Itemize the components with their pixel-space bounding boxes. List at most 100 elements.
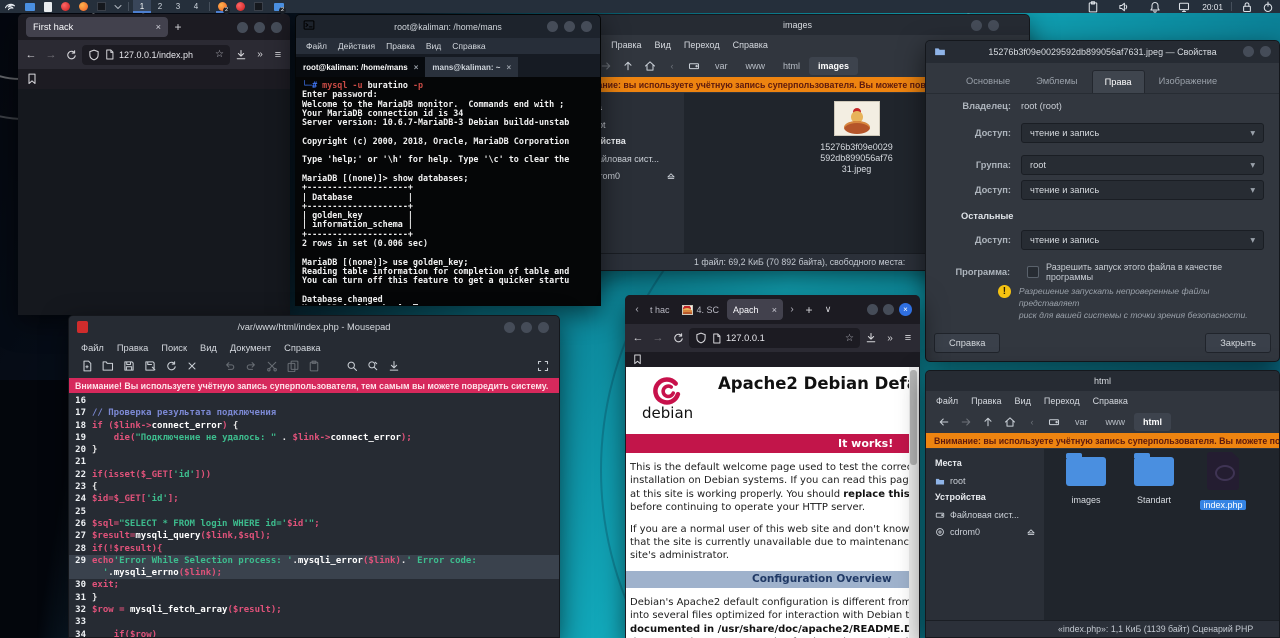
taskbar-files-icon[interactable]: 2 xyxy=(272,1,285,13)
minimize-button[interactable] xyxy=(547,21,558,32)
page-info-icon[interactable] xyxy=(711,333,722,344)
open-file-icon[interactable] xyxy=(102,359,114,377)
terminal-output[interactable]: └─# mysql -u buratino -pEnter password: … xyxy=(296,77,600,305)
workspace-button-0[interactable]: 1 xyxy=(133,0,151,13)
tab-general[interactable]: Основные xyxy=(954,70,1022,93)
close-button[interactable] xyxy=(1260,46,1271,57)
tab-scroll-left-icon[interactable]: ‹ xyxy=(631,304,643,315)
firefox-launcher-icon[interactable] xyxy=(77,1,90,13)
reload-button[interactable] xyxy=(669,332,687,344)
file-view[interactable]: images Standart index.php xyxy=(1044,449,1279,620)
bookmark-star-icon[interactable]: ☆ xyxy=(845,333,854,344)
taskbar-terminal-icon[interactable] xyxy=(252,1,265,13)
title-bar[interactable]: /var/www/html/index.php - Mousepad xyxy=(69,316,559,338)
close-button[interactable] xyxy=(988,20,999,31)
save-as-icon[interactable] xyxy=(144,359,156,377)
breadcrumb-1[interactable]: www xyxy=(737,57,775,75)
close-button[interactable] xyxy=(538,322,549,333)
back-button[interactable]: ← xyxy=(22,49,40,61)
maximize-button[interactable] xyxy=(521,322,532,333)
scrollbar[interactable] xyxy=(909,367,919,638)
eject-icon[interactable] xyxy=(1026,527,1036,537)
title-bar[interactable]: 15276b3f09e0029592db899056af7631.jpeg — … xyxy=(926,41,1279,63)
forward-icon[interactable] xyxy=(956,413,976,431)
menu-item-2[interactable]: Вид xyxy=(655,40,671,50)
menu-item-5[interactable]: Справка xyxy=(284,343,320,353)
goto-line-icon[interactable] xyxy=(388,359,400,377)
menu-item-4[interactable]: Справка xyxy=(452,41,485,51)
close-button[interactable] xyxy=(271,22,282,33)
menu-item-0[interactable]: Файл xyxy=(936,396,958,406)
executable-checkbox[interactable] xyxy=(1027,266,1039,278)
overflow-menu-icon[interactable]: » xyxy=(882,333,898,344)
mousepad-launcher-icon[interactable] xyxy=(59,1,72,13)
overflow-menu-icon[interactable]: » xyxy=(252,49,268,60)
minimize-button[interactable] xyxy=(504,322,515,333)
tab-close-icon[interactable]: × xyxy=(414,63,419,72)
terminal-launcher-icon[interactable] xyxy=(95,1,108,13)
bookmark-ribbon-icon[interactable] xyxy=(632,354,643,365)
menu-item-1[interactable]: Правка xyxy=(971,396,1001,406)
clipboard-tray-icon[interactable] xyxy=(1086,1,1099,13)
crumb-scroll-icon[interactable]: ‹ xyxy=(1022,413,1042,431)
workspace-button-2[interactable]: 3 xyxy=(169,0,187,13)
redo-icon[interactable] xyxy=(245,359,257,377)
display-tray-icon[interactable] xyxy=(1177,1,1190,13)
browser-tab-apache[interactable]: Apach × xyxy=(727,299,783,320)
help-button[interactable]: Справка xyxy=(934,333,1000,353)
menu-item-2[interactable]: Вид xyxy=(1015,396,1031,406)
new-file-icon[interactable] xyxy=(81,359,93,377)
group-access-dropdown[interactable]: чтение и запись▾ xyxy=(1021,180,1264,200)
save-icon[interactable] xyxy=(123,359,135,377)
menu-item-0[interactable]: Файл xyxy=(81,343,104,353)
editor[interactable]: 1617// Проверка результата подключения18… xyxy=(69,393,559,637)
find-replace-icon[interactable] xyxy=(367,359,379,377)
reload-icon[interactable] xyxy=(165,359,177,377)
maximize-button[interactable] xyxy=(254,22,265,33)
tab-permissions[interactable]: Права xyxy=(1092,70,1145,93)
workspace-button-3[interactable]: 4 xyxy=(187,0,205,13)
others-access-dropdown[interactable]: чтение и запись▾ xyxy=(1021,230,1264,250)
taskbar-firefox-icon[interactable]: 2 xyxy=(216,1,229,13)
tab-list-icon[interactable]: ∨ xyxy=(820,304,836,315)
power-icon[interactable] xyxy=(1261,1,1274,13)
breadcrumb-0[interactable]: var xyxy=(1066,413,1097,431)
back-icon[interactable] xyxy=(934,413,954,431)
breadcrumb-3[interactable]: images xyxy=(809,57,858,75)
sidebar-item-filesystem[interactable]: Файловая сист... xyxy=(935,506,1044,523)
tab-image[interactable]: Изображение xyxy=(1147,70,1230,93)
minimize-button[interactable] xyxy=(237,22,248,33)
lock-screen-icon[interactable] xyxy=(1240,1,1253,13)
tab-close-icon[interactable]: × xyxy=(506,63,511,72)
close-button[interactable] xyxy=(581,21,592,32)
folder-item-standart[interactable]: Standart xyxy=(1126,457,1182,505)
breadcrumb-2[interactable]: html xyxy=(1134,413,1171,431)
menu-item-3[interactable]: Переход xyxy=(1044,396,1080,406)
download-icon[interactable] xyxy=(232,49,250,61)
sidebar-item-root[interactable]: root xyxy=(935,472,1044,489)
undo-icon[interactable] xyxy=(224,359,236,377)
scrollbar-thumb[interactable] xyxy=(910,370,917,465)
maximize-button[interactable] xyxy=(883,304,894,315)
tab-emblems[interactable]: Эмблемы xyxy=(1024,70,1089,93)
breadcrumb-0[interactable]: var xyxy=(706,57,737,75)
notifications-icon[interactable] xyxy=(1148,1,1161,13)
cut-icon[interactable] xyxy=(266,359,278,377)
folder-item-images[interactable]: images xyxy=(1058,457,1114,505)
menu-item-2[interactable]: Поиск xyxy=(161,343,187,353)
menu-item-2[interactable]: Правка xyxy=(386,41,415,51)
up-icon[interactable] xyxy=(978,413,998,431)
workspace-button-1[interactable]: 2 xyxy=(151,0,169,13)
menu-item-3[interactable]: Вид xyxy=(426,41,441,51)
volume-icon[interactable] xyxy=(1117,1,1130,13)
menu-item-0[interactable]: Файл xyxy=(306,41,327,51)
file-manager-launcher-icon[interactable] xyxy=(23,1,36,13)
taskbar-mousepad-icon[interactable] xyxy=(234,1,247,13)
minimize-button[interactable] xyxy=(867,304,878,315)
filesystem-crumb-icon[interactable] xyxy=(1044,413,1064,431)
app-menu-icon[interactable]: ≡ xyxy=(900,332,916,344)
breadcrumb-2[interactable]: html xyxy=(774,57,809,75)
close-button[interactable]: × xyxy=(899,303,912,316)
title-bar[interactable]: html xyxy=(926,371,1279,391)
tab-close-icon[interactable]: × xyxy=(772,305,777,315)
